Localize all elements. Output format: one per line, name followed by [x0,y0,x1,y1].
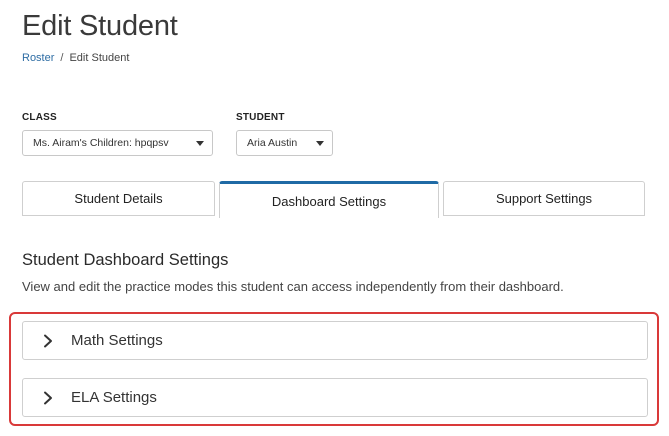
math-settings-accordion[interactable]: Math Settings [22,321,648,360]
page-title: Edit Student [22,10,178,42]
tab-student-details[interactable]: Student Details [22,181,215,216]
chevron-right-icon [39,389,57,407]
section-title: Student Dashboard Settings [22,251,229,269]
section-description: View and edit the practice modes this st… [22,279,564,294]
chevron-down-icon [316,141,324,146]
chevron-down-icon [196,141,204,146]
class-select-value: Ms. Airam's Children: hpqpsv [33,137,169,149]
student-label: STUDENT [236,112,285,123]
chevron-right-icon [39,332,57,350]
class-label: CLASS [22,112,57,123]
breadcrumb-current: Edit Student [69,52,130,64]
tab-dashboard-settings[interactable]: Dashboard Settings [219,181,439,218]
class-select[interactable]: Ms. Airam's Children: hpqpsv [22,130,213,156]
student-select-value: Aria Austin [247,137,298,149]
math-settings-label: Math Settings [71,332,163,349]
tab-support-settings[interactable]: Support Settings [443,181,645,216]
ela-settings-accordion[interactable]: ELA Settings [22,378,648,417]
breadcrumb: Roster / Edit Student [22,52,129,64]
student-select[interactable]: Aria Austin [236,130,333,156]
breadcrumb-separator: / [60,52,64,64]
ela-settings-label: ELA Settings [71,389,157,406]
breadcrumb-roster-link[interactable]: Roster [22,52,54,64]
